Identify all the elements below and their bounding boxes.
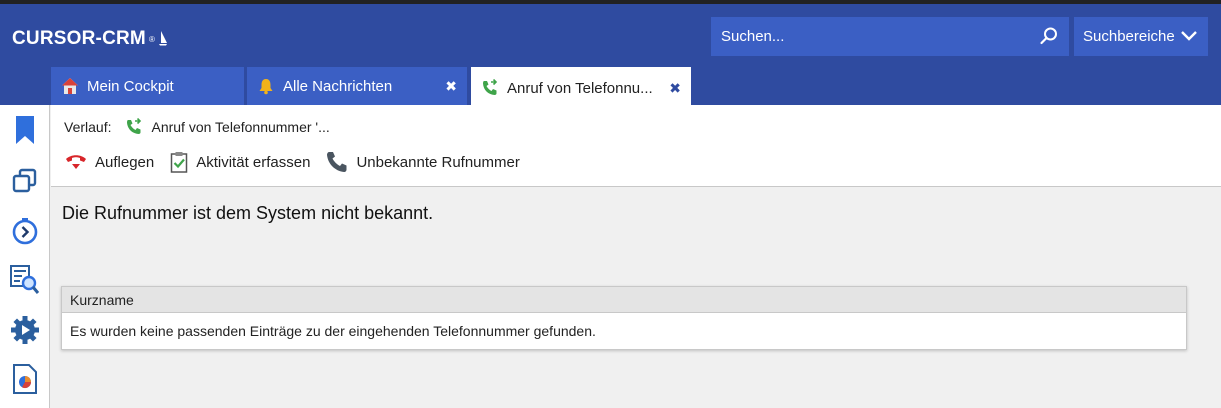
sidebar-item-bookmarks[interactable]: [10, 115, 40, 145]
search-box: [711, 17, 1069, 56]
search-list-icon: [10, 265, 40, 294]
hang-up-icon: [66, 155, 86, 169]
bell-icon: [257, 77, 275, 95]
action-label: Aktivität erfassen: [196, 153, 311, 171]
search-input[interactable]: [711, 28, 1021, 45]
clipboard-check-icon: [170, 152, 188, 173]
incoming-call-icon: [125, 118, 143, 136]
sidebar-item-windows[interactable]: [10, 166, 40, 196]
action-label: Auflegen: [95, 153, 155, 171]
toolbar: Verlauf: Anruf von Telefonnummer '... Au…: [51, 105, 1221, 187]
history-item-link[interactable]: Anruf von Telefonnummer '...: [151, 119, 329, 135]
search-scope-label: Suchbereiche: [1083, 28, 1175, 45]
sidebar: [0, 105, 50, 408]
incoming-call-icon: [481, 79, 499, 97]
windows-icon: [12, 168, 37, 193]
sidebar-item-settings[interactable]: [10, 315, 40, 345]
column-header-kurzname[interactable]: Kurzname: [62, 287, 1186, 313]
chevron-down-icon: [1181, 31, 1197, 41]
brand-mark: ®: [148, 34, 156, 44]
home-icon: [61, 77, 79, 95]
hang-up-button[interactable]: Auflegen: [65, 152, 154, 172]
tab-alle-nachrichten[interactable]: Alle Nachrichten ✖: [247, 67, 467, 105]
results-table: Kurzname Es wurden keine passenden Eintr…: [61, 286, 1187, 350]
unknown-number-button[interactable]: Unbekannte Rufnummer: [326, 151, 520, 173]
history-icon: [12, 218, 38, 245]
sidebar-item-reports[interactable]: [10, 364, 40, 394]
search-icon[interactable]: [1039, 26, 1059, 51]
main-content: Die Rufnummer ist dem System nicht bekan…: [51, 188, 1221, 408]
sail-icon: [159, 31, 168, 46]
brand-name: CURSOR-CRM: [12, 28, 146, 49]
history-label: Verlauf:: [64, 119, 112, 135]
close-icon[interactable]: ✖: [669, 80, 681, 97]
app-header: CURSOR-CRM ® Suchbereiche Mein Cockpit A…: [0, 4, 1221, 109]
tab-mein-cockpit[interactable]: Mein Cockpit: [51, 67, 244, 105]
search-scope-dropdown[interactable]: Suchbereiche: [1074, 17, 1208, 56]
status-message: Die Rufnummer ist dem System nicht bekan…: [62, 203, 434, 223]
phone-icon: [327, 152, 347, 172]
tab-label: Mein Cockpit: [87, 77, 174, 95]
report-icon: [13, 364, 37, 394]
close-icon[interactable]: ✖: [445, 78, 457, 95]
sidebar-item-search-list[interactable]: [10, 265, 40, 295]
action-label: Unbekannte Rufnummer: [356, 153, 520, 171]
tab-anruf[interactable]: Anruf von Telefonnu... ✖: [471, 67, 691, 109]
tab-label: Anruf von Telefonnu...: [507, 79, 653, 97]
bookmark-icon: [16, 116, 34, 144]
capture-activity-button[interactable]: Aktivität erfassen: [170, 151, 310, 173]
tab-label: Alle Nachrichten: [283, 77, 393, 95]
empty-state-text: Es wurden keine passenden Einträge zu de…: [70, 323, 596, 339]
settings-play-icon: [11, 316, 39, 344]
action-bar: Auflegen Aktivität erfassen Unbekannte R…: [65, 151, 520, 173]
brand-logo[interactable]: CURSOR-CRM ®: [12, 28, 168, 50]
sidebar-item-history[interactable]: [10, 216, 40, 246]
breadcrumb: Verlauf: Anruf von Telefonnummer '...: [64, 118, 330, 136]
